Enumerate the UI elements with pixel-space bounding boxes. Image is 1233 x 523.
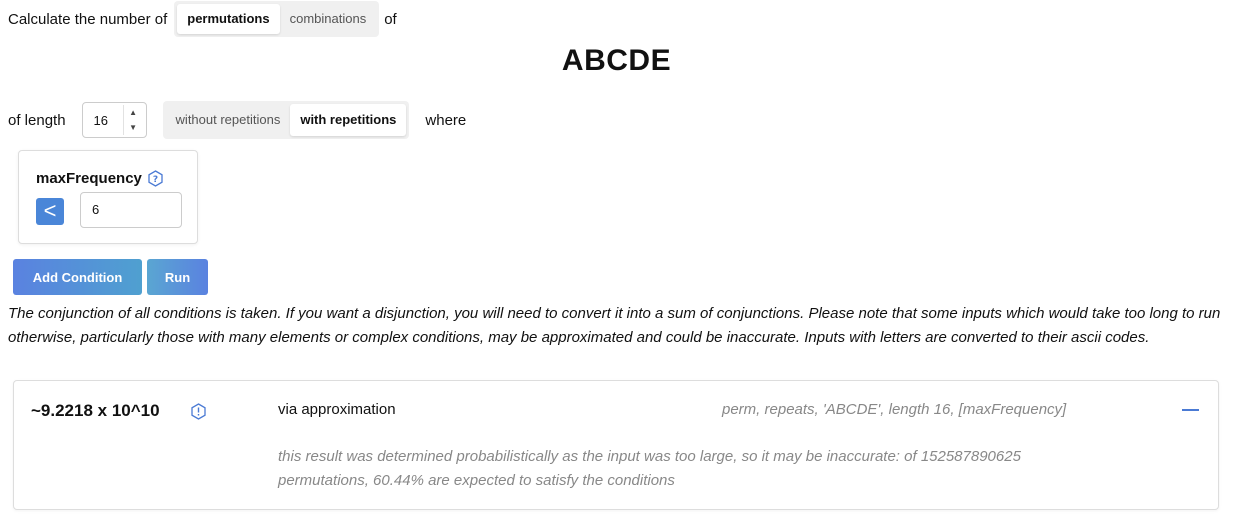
svg-text:?: ? — [153, 175, 158, 185]
mode-toggle: permutations combinations — [174, 1, 380, 37]
length-label: of length — [8, 111, 66, 129]
chevron-up-icon[interactable]: ▲ — [124, 105, 143, 120]
mode-combinations-button[interactable]: combinations — [280, 4, 377, 34]
condition-value-input[interactable]: 6 — [80, 192, 182, 228]
result-value: ~9.2218 x 10^10 — [31, 401, 160, 420]
collapse-button[interactable] — [1176, 399, 1204, 421]
repetition-toggle: without repetitions with repetitions — [162, 101, 410, 139]
mode-permutations-button[interactable]: permutations — [177, 4, 280, 34]
condition-card: maxFrequency ? < 6 — [18, 150, 198, 244]
conjunction-note: The conjunction of all conditions is tak… — [8, 305, 1221, 346]
condition-name: maxFrequency ? — [36, 170, 164, 187]
length-stepper[interactable]: ▲ ▼ — [122, 105, 143, 135]
result-detail: this result was determined probabilistic… — [278, 448, 1021, 489]
operator-button[interactable]: < — [36, 198, 64, 225]
input-string-title: ABCDE — [561, 44, 672, 77]
without-repetitions-button[interactable]: without repetitions — [166, 104, 291, 136]
chevron-down-icon[interactable]: ▼ — [124, 120, 143, 135]
calculation-header: Calculate the number of permutations com… — [8, 0, 397, 38]
result-description: perm, repeats, 'ABCDE', length 16, [maxF… — [722, 401, 1067, 418]
header-suffix: of — [384, 10, 397, 28]
header-prefix: Calculate the number of — [8, 10, 168, 28]
result-card: ~9.2218 x 10^10 via approximation perm, … — [13, 380, 1219, 510]
add-condition-button[interactable]: Add Condition — [13, 259, 142, 295]
with-repetitions-button[interactable]: with repetitions — [290, 104, 407, 136]
approximation-warning-icon[interactable] — [190, 403, 207, 420]
length-row: of length 16 ▲ ▼ without repetitions wit… — [8, 100, 466, 140]
minus-icon — [1182, 409, 1199, 411]
result-method: via approximation — [278, 401, 396, 418]
help-icon[interactable]: ? — [147, 170, 164, 187]
condition-name-label: maxFrequency — [36, 170, 142, 187]
length-value[interactable]: 16 — [83, 113, 123, 128]
run-button[interactable]: Run — [147, 259, 208, 295]
length-input[interactable]: 16 ▲ ▼ — [81, 102, 147, 138]
where-label: where — [425, 111, 467, 129]
